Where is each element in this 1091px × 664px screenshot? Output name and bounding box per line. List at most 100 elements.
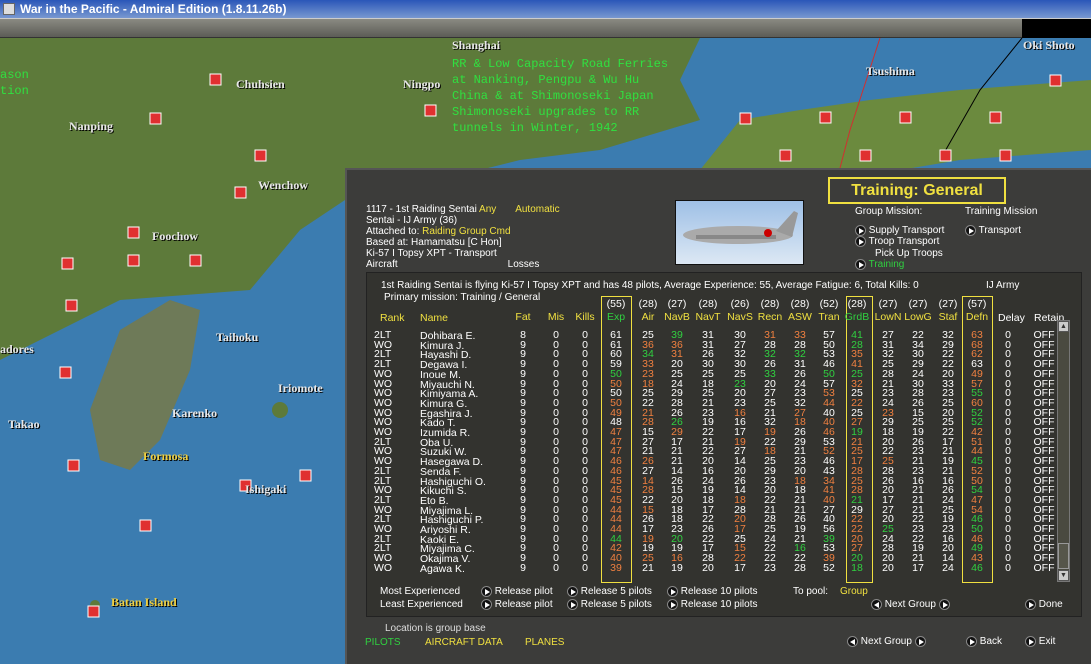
column-header-defn[interactable]: Defn <box>963 312 991 323</box>
base-marker-icon[interactable] <box>739 112 752 125</box>
column-header-exp[interactable]: Exp <box>602 312 630 323</box>
button-label: Exit <box>1038 636 1056 648</box>
column-header-recn[interactable]: Recn <box>756 312 784 323</box>
column-header-asw[interactable]: ASW <box>786 312 814 323</box>
pilot-skill-navt: 20 <box>702 561 714 574</box>
base-marker-icon[interactable] <box>61 257 74 270</box>
pilot-fatigue: 9 <box>520 561 526 574</box>
tab-aircraft-data[interactable]: AIRCRAFT DATA <box>425 637 503 648</box>
release-least-10[interactable]: Release 10 pilots <box>667 599 758 610</box>
toolbar <box>0 18 1091 38</box>
column-header-lown[interactable]: LowN <box>874 312 902 323</box>
group-automatic[interactable]: Automatic <box>515 204 559 215</box>
release-most-10[interactable]: Release 10 pilots <box>667 586 758 597</box>
back-button[interactable]: Back <box>966 636 1002 647</box>
base-marker-icon[interactable] <box>234 186 247 199</box>
base-marker-icon[interactable] <box>67 459 80 472</box>
column-header-tran[interactable]: Tran <box>815 312 843 323</box>
arrow-right-icon[interactable] <box>914 636 926 647</box>
base-marker-icon[interactable] <box>149 112 162 125</box>
column-average: (27) <box>667 298 687 310</box>
arrow-left-icon[interactable] <box>847 636 858 647</box>
release-least-5[interactable]: Release 5 pilots <box>567 599 652 610</box>
arrow-right-icon[interactable] <box>938 599 950 610</box>
mission-supply-transport[interactable]: Supply Transport <box>855 225 944 236</box>
base-marker-icon[interactable] <box>209 73 222 86</box>
base-marker-icon[interactable] <box>299 469 312 482</box>
group-any[interactable]: Any <box>479 204 496 215</box>
column-header-fat[interactable]: Fat <box>509 312 537 323</box>
button-label: Release pilot <box>494 586 553 598</box>
arrow-right-icon <box>855 225 866 236</box>
scroll-thumb[interactable] <box>1058 543 1069 569</box>
base-marker-icon[interactable] <box>59 366 72 379</box>
pilot-skill-lown: 20 <box>882 561 894 574</box>
mission-transport[interactable]: Transport <box>965 225 1021 236</box>
base-marker-icon[interactable] <box>939 149 952 162</box>
base-marker-icon[interactable] <box>899 111 912 124</box>
map-label-chuhsien: Chuhsien <box>236 77 285 91</box>
release-most-5[interactable]: Release 5 pilots <box>567 586 652 597</box>
column-header-grdb[interactable]: GrdB <box>843 312 871 323</box>
to-pool-value[interactable]: Group <box>840 586 868 597</box>
map-label-taihoku: Taihoku <box>216 330 259 344</box>
exit-button[interactable]: Exit <box>1025 636 1055 647</box>
option-label: Transport <box>978 225 1022 237</box>
inner-next-group[interactable]: Next Group <box>871 599 950 610</box>
pilot-delay: 0 <box>1005 561 1011 574</box>
scroll-up-icon[interactable]: ▲ <box>1058 321 1069 332</box>
base-marker-icon[interactable] <box>424 104 437 117</box>
base-marker-icon[interactable] <box>254 149 267 162</box>
base-marker-icon[interactable] <box>779 149 792 162</box>
done-button[interactable]: Done <box>1025 599 1063 610</box>
column-header-rank[interactable]: Rank <box>380 312 405 324</box>
toolbar-end <box>1022 19 1091 38</box>
option-label: Supply Transport <box>868 225 945 237</box>
aircraft-image <box>675 200 804 265</box>
base-marker-icon[interactable] <box>999 149 1012 162</box>
arrow-right-icon <box>855 236 866 247</box>
base-marker-icon[interactable] <box>859 149 872 162</box>
mission-troop-transport[interactable]: Troop Transport <box>855 236 939 247</box>
footer-next-group[interactable]: Next Group <box>847 636 926 647</box>
release-least-1[interactable]: Release pilot <box>481 599 553 610</box>
arrow-right-icon <box>481 586 492 597</box>
column-header-kills[interactable]: Kills <box>571 312 599 323</box>
pilot-skill-lowg: 17 <box>912 561 924 574</box>
base-marker-icon[interactable] <box>189 254 202 267</box>
arrow-left-icon[interactable] <box>871 599 882 610</box>
column-header-delay[interactable]: Delay <box>998 312 1025 324</box>
column-header-staf[interactable]: Staf <box>934 312 962 323</box>
base-marker-icon[interactable] <box>139 519 152 532</box>
base-marker-icon[interactable] <box>989 111 1002 124</box>
column-header-navb[interactable]: NavB <box>663 312 691 323</box>
button-label: Release 5 pilots <box>580 586 652 598</box>
base-marker-icon[interactable] <box>65 299 78 312</box>
pilot-retain-toggle[interactable]: OFF <box>1030 563 1058 574</box>
column-header-name[interactable]: Name <box>420 312 448 324</box>
column-header-lowg[interactable]: LowG <box>904 312 932 323</box>
attached-hq-link[interactable]: Raiding Group Cmd <box>422 226 510 237</box>
tab-planes[interactable]: PLANES <box>525 637 564 648</box>
base-marker-icon[interactable] <box>87 605 100 618</box>
based-at: Based at: Hamamatsu [C Hon] <box>366 237 502 248</box>
map-label-oki-shoto: Oki Shoto <box>1023 38 1075 52</box>
mission-training[interactable]: Training <box>855 259 904 270</box>
pilot-name[interactable]: Agawa K. <box>420 563 465 575</box>
iriomote-island <box>272 402 288 418</box>
base-marker-icon[interactable] <box>127 226 140 239</box>
column-header-mis[interactable]: Mis <box>542 312 570 323</box>
column-header-air[interactable]: Air <box>634 312 662 323</box>
column-header-navs[interactable]: NavS <box>726 312 754 323</box>
roster-scrollbar[interactable]: ▲ ▼ <box>1057 320 1070 582</box>
mission-pick-up-troops[interactable]: Pick Up Troops <box>875 248 943 259</box>
pilot-skill-staf: 24 <box>942 561 954 574</box>
scroll-down-icon[interactable]: ▼ <box>1058 570 1069 581</box>
base-marker-icon[interactable] <box>819 111 832 124</box>
release-most-1[interactable]: Release pilot <box>481 586 553 597</box>
base-marker-icon[interactable] <box>127 254 140 267</box>
column-header-navt[interactable]: NavT <box>694 312 722 323</box>
tab-pilots[interactable]: PILOTS <box>365 637 401 648</box>
base-marker-icon[interactable] <box>1049 74 1062 87</box>
arrow-right-icon <box>1025 599 1036 610</box>
